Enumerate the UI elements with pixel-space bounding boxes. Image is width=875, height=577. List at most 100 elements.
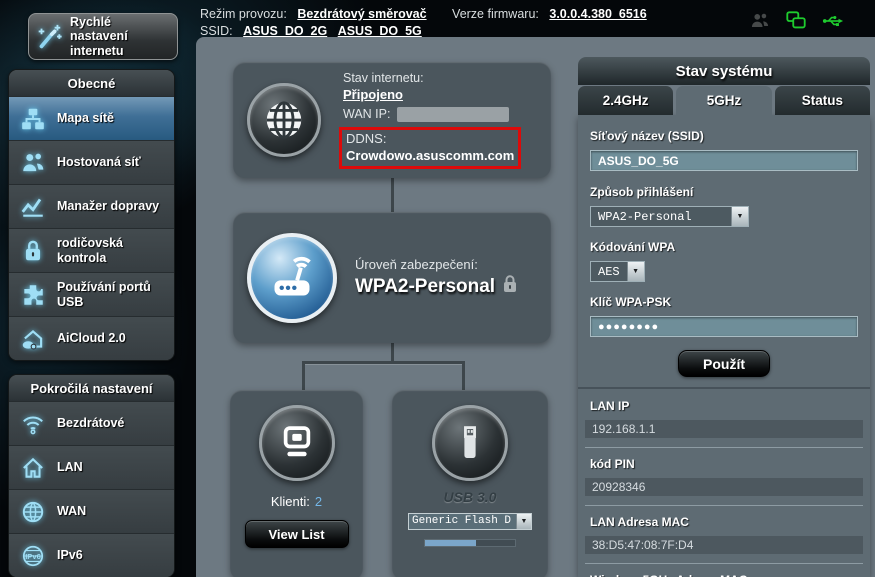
network-devices-status-icon[interactable] [785, 10, 807, 32]
apply-button[interactable]: Použít [678, 350, 770, 377]
sidebar-item-label: Hostovaná síť [57, 155, 141, 169]
ddns-highlight-box: DDNS: Crowdowo.asuscomm.com [339, 126, 521, 170]
ssid-5g-link[interactable]: ASUS_DO_5G [338, 24, 422, 38]
sidebar-group-advanced: Pokročilá nastavení Bezdrátové LAN WAN I… [8, 374, 175, 577]
system-status-title: Stav systému [578, 57, 870, 85]
lan-ip-value: 192.168.1.1 [585, 420, 863, 438]
sidebar-item-lan[interactable]: LAN [9, 445, 174, 489]
wan-ip-value-redacted [397, 106, 510, 122]
sidebar-item-guest-network[interactable]: Hostovaná síť [9, 140, 174, 184]
lan-mac-value: 38:D5:47:08:7F:D4 [585, 536, 863, 554]
ddns-label: DDNS: [346, 130, 387, 146]
usb-device-select[interactable]: Generic Flash D [408, 513, 532, 530]
view-list-button[interactable]: View List [244, 520, 349, 548]
operation-mode-link[interactable]: Bezdrátový směrovač [297, 7, 426, 21]
usb-capacity-fill [425, 540, 477, 546]
connector-internet-security [391, 178, 394, 212]
wan-globe-icon [18, 498, 48, 526]
firmware-version-link[interactable]: 3.0.0.4.380_6516 [549, 7, 646, 21]
wpa-encryption-select[interactable]: AES [590, 261, 645, 282]
clients-status-icon[interactable] [749, 10, 771, 32]
firmware-version-label: Verze firmwaru: [452, 7, 539, 21]
router-security-icon[interactable] [247, 232, 337, 323]
wpa-encryption-value: AES [598, 264, 620, 279]
sidebar-item-network-map[interactable]: Mapa sítě [9, 96, 174, 140]
sidebar-item-label: WAN [57, 504, 87, 518]
sidebar-item-aicloud[interactable]: AiCloud 2.0 [9, 316, 174, 360]
connector-usb [462, 361, 465, 390]
wireless-icon [18, 410, 48, 438]
ssid-label: SSID: [200, 24, 233, 38]
magic-wand-icon [34, 23, 64, 51]
wpa-encryption-label: Kódování WPA [590, 240, 676, 254]
sidebar-item-usb-application[interactable]: Používání portů USB [9, 272, 174, 316]
sidebar-header-advanced: Pokročilá nastavení [9, 375, 174, 401]
security-level-label: Úroveň zabezpečení: [355, 257, 478, 272]
sidebar-group-general: Obecné Mapa sítě Hostovaná síť Manažer d… [8, 69, 175, 361]
usb-flash-drive-icon[interactable] [432, 405, 508, 481]
clients-monitor-icon[interactable] [258, 405, 335, 481]
sidebar-item-parental-control[interactable]: rodičovská kontrola [9, 228, 174, 272]
clients-label: Klienti: [270, 494, 310, 509]
dropdown-arrow-icon[interactable] [626, 262, 644, 281]
tab-status[interactable]: Status [774, 86, 870, 115]
wpa-psk-label: Klíč WPA-PSK [590, 295, 672, 309]
internet-globe-icon[interactable] [247, 83, 321, 157]
parental-control-lock-icon [18, 237, 48, 265]
usb-status-icon[interactable] [821, 10, 845, 32]
usb-device-card: USB 3.0 Generic Flash D [392, 390, 548, 577]
clients-card: Klienti: 2 View List [230, 390, 363, 577]
network-map-icon [18, 105, 48, 133]
usb-device-name: Generic Flash D [412, 515, 512, 527]
internet-status-label: Stav internetu: [343, 70, 424, 85]
tab-5ghz[interactable]: 5GHz [676, 86, 772, 115]
info-group-wireless-5ghz-mac: Wireless 5GHz Adresa MAC [585, 563, 863, 577]
guest-network-icon [18, 149, 48, 177]
wireless-settings-section: Síťový název (SSID) ASUS_DO_5G Způsob př… [578, 115, 870, 387]
lan-ip-label: LAN IP [590, 399, 630, 413]
ipv6-icon: IPv6 [18, 542, 48, 570]
sidebar-item-traffic-manager[interactable]: Manažer dopravy [9, 184, 174, 228]
system-status-panel: Stav systému 2.4GHz 5GHz Status Síťový n… [578, 57, 870, 577]
connector-clients [302, 361, 305, 390]
info-group-pin: kód PIN 20928346 [585, 447, 863, 496]
internet-status-link[interactable]: Připojeno [343, 87, 403, 102]
wan-ip-label: WAN IP: [343, 107, 391, 122]
pin-code-label: kód PIN [590, 457, 635, 471]
tab-2-4ghz[interactable]: 2.4GHz [578, 86, 674, 115]
system-status-tabs: 2.4GHz 5GHz Status [578, 86, 870, 115]
info-group-lan-ip: LAN IP 192.168.1.1 [585, 399, 863, 438]
ddns-value: Crowdowo.asuscomm.com [346, 147, 515, 163]
topbar-status-icons [749, 10, 845, 32]
usb-capacity-bar [424, 539, 516, 547]
router-admin-page: Rychlé nastavení internetu Režim provozu… [0, 0, 875, 577]
ssid-field-label: Síťový název (SSID) [590, 129, 704, 143]
clients-count-row: Klienti: 2 [271, 494, 322, 509]
lock-icon [503, 275, 517, 298]
sidebar-item-label: Manažer dopravy [57, 199, 160, 213]
dropdown-arrow-icon[interactable] [731, 207, 748, 226]
aicloud-icon [18, 325, 48, 353]
sidebar-header-general: Obecné [9, 70, 174, 96]
sidebar-item-label: Mapa sítě [57, 111, 114, 125]
security-level-value: WPA2-Personal [355, 275, 496, 297]
sidebar-item-wireless[interactable]: Bezdrátové [9, 401, 174, 445]
lan-mac-label: LAN Adresa MAC [590, 515, 689, 529]
sidebar-item-wan[interactable]: WAN [9, 489, 174, 533]
system-status-body: Síťový název (SSID) ASUS_DO_5G Způsob př… [578, 115, 870, 577]
internet-status-card: Stav internetu: Připojeno WAN IP: DDNS: … [233, 62, 551, 178]
auth-method-label: Způsob přihlášení [590, 185, 694, 199]
auth-method-select[interactable]: WPA2-Personal [590, 206, 749, 227]
pin-code-value: 20928346 [585, 478, 863, 496]
ssid-input[interactable]: ASUS_DO_5G [590, 150, 858, 171]
sidebar-item-label: AiCloud 2.0 [57, 331, 126, 345]
sidebar-item-ipv6[interactable]: IPv6 IPv6 [9, 533, 174, 577]
topbar-row-mode: Režim provozu: Bezdrátový směrovač Verze… [200, 7, 647, 21]
sidebar-item-label: LAN [57, 460, 83, 474]
sidebar-item-label: IPv6 [57, 548, 83, 562]
ssid-2g-link[interactable]: ASUS_DO_2G [243, 24, 327, 38]
quick-internet-setup-button[interactable]: Rychlé nastavení internetu [28, 13, 178, 60]
clients-count: 2 [314, 494, 323, 509]
wpa-psk-input[interactable]: ●●●●●●●● [590, 316, 858, 337]
dropdown-arrow-icon[interactable] [516, 514, 531, 529]
